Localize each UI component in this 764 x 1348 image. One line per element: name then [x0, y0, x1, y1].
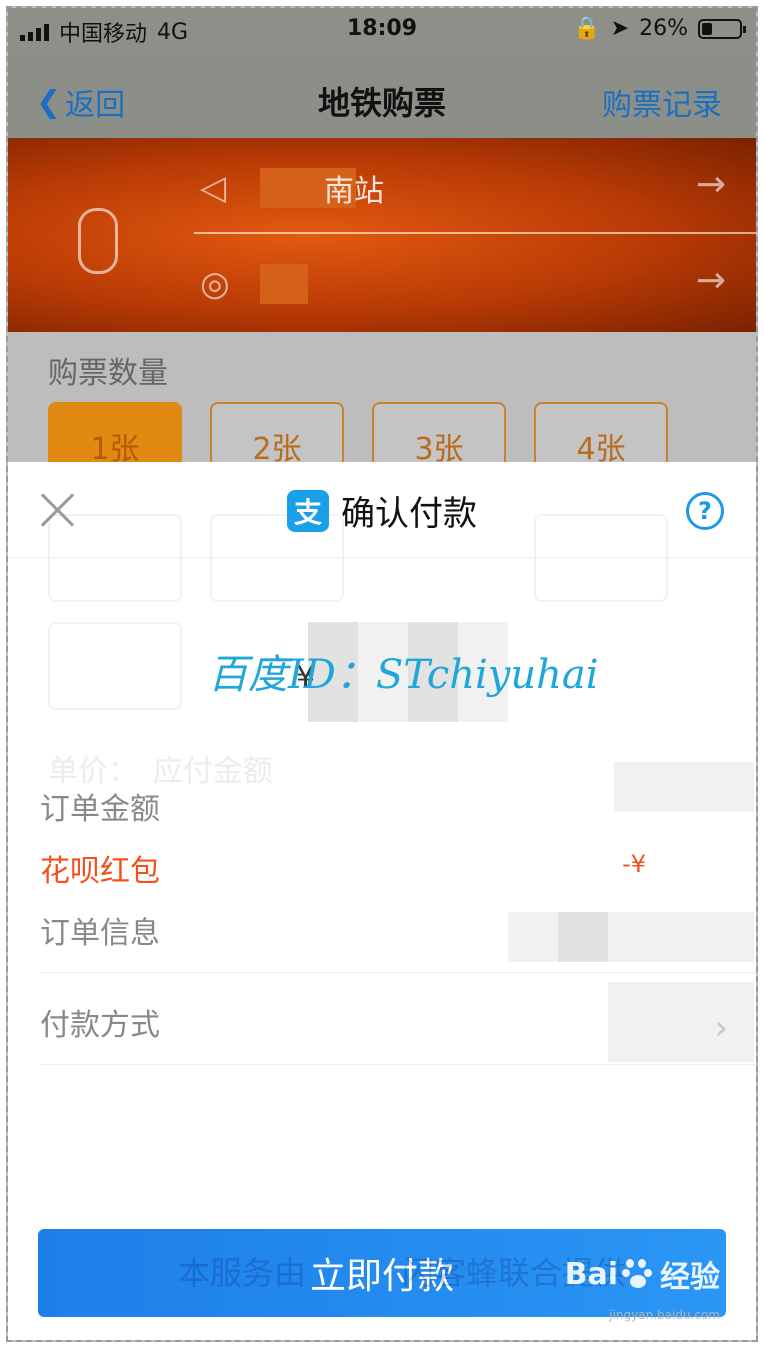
help-icon[interactable]: ?	[686, 492, 724, 530]
sheet-title-text: 确认付款	[341, 494, 477, 534]
chevron-right-icon: ›	[714, 1008, 728, 1048]
sheet-title: 支 确认付款	[8, 486, 756, 535]
baidu-wordmark: Bai	[564, 1256, 618, 1292]
swap-stations-icon[interactable]	[78, 208, 118, 274]
ticket-quantity-label: 购票数量	[48, 356, 168, 391]
payment-confirmation-sheet: 单价： 应付金额 支 确认付款 ? ¥ 百度ID：STchiyuhai 订单金额	[8, 462, 756, 1340]
route-selector: ◁ 南站 → ◎ →	[8, 138, 756, 332]
redacted-station-name	[260, 264, 308, 304]
location-icon: ➤	[610, 16, 630, 41]
divider	[40, 972, 756, 973]
arrow-right-icon: →	[695, 260, 726, 301]
order-amount-label: 订单金额	[40, 792, 160, 827]
huabei-red-packet-label: 花呗红包	[40, 854, 160, 889]
screenshot-frame: 中国移动 4G 18:09 🔒 ➤ 26% ❮ 返回 地铁购票 购票记录 ◁ 南…	[6, 6, 758, 1342]
payment-amount: ¥ 百度ID：STchiyuhai	[8, 602, 756, 722]
order-amount-row: 订单金额	[40, 784, 756, 846]
huabei-discount-value: -¥	[622, 850, 646, 878]
watermark-text: 百度ID：STchiyuhai	[208, 652, 599, 698]
departure-station-label: 南站	[324, 174, 384, 209]
navigation-bar: ❮ 返回 地铁购票 购票记录	[8, 52, 756, 138]
jingyan-wordmark: 经验	[660, 1260, 720, 1295]
arrow-right-icon: →	[695, 164, 726, 205]
order-info-row: 订单信息	[40, 908, 756, 970]
status-bar: 中国移动 4G 18:09 🔒 ➤ 26%	[8, 8, 756, 52]
destination-pin-icon: ◎	[200, 264, 230, 304]
jingyan-url: jingyan.baidu.com	[609, 1308, 720, 1322]
payment-method-label: 付款方式	[40, 1008, 160, 1043]
departure-station-row[interactable]: ◁ 南站 →	[194, 138, 756, 234]
sheet-header: 支 确认付款 ?	[8, 462, 756, 558]
battery-icon	[698, 18, 746, 39]
baidu-jingyan-logo: Bai 经验	[565, 1252, 720, 1296]
payment-method-row[interactable]: 付款方式 ›	[40, 1000, 756, 1062]
navigation-arrow-icon: ◁	[200, 168, 227, 208]
baidu-paw-icon	[622, 1259, 656, 1289]
alipay-logo-icon: 支	[287, 489, 329, 532]
divider	[40, 1064, 756, 1065]
purchase-history-link[interactable]: 购票记录	[602, 80, 722, 124]
order-info-label: 订单信息	[40, 916, 160, 951]
ghost-service-note: 本服务由 闪客蜂联合提供	[178, 1254, 627, 1292]
arrival-station-row[interactable]: ◎ →	[194, 234, 756, 330]
battery-percent: 26%	[639, 16, 688, 41]
huabei-red-packet-row[interactable]: 花呗红包 -¥	[40, 846, 756, 908]
orientation-lock-icon: 🔒	[573, 16, 601, 41]
